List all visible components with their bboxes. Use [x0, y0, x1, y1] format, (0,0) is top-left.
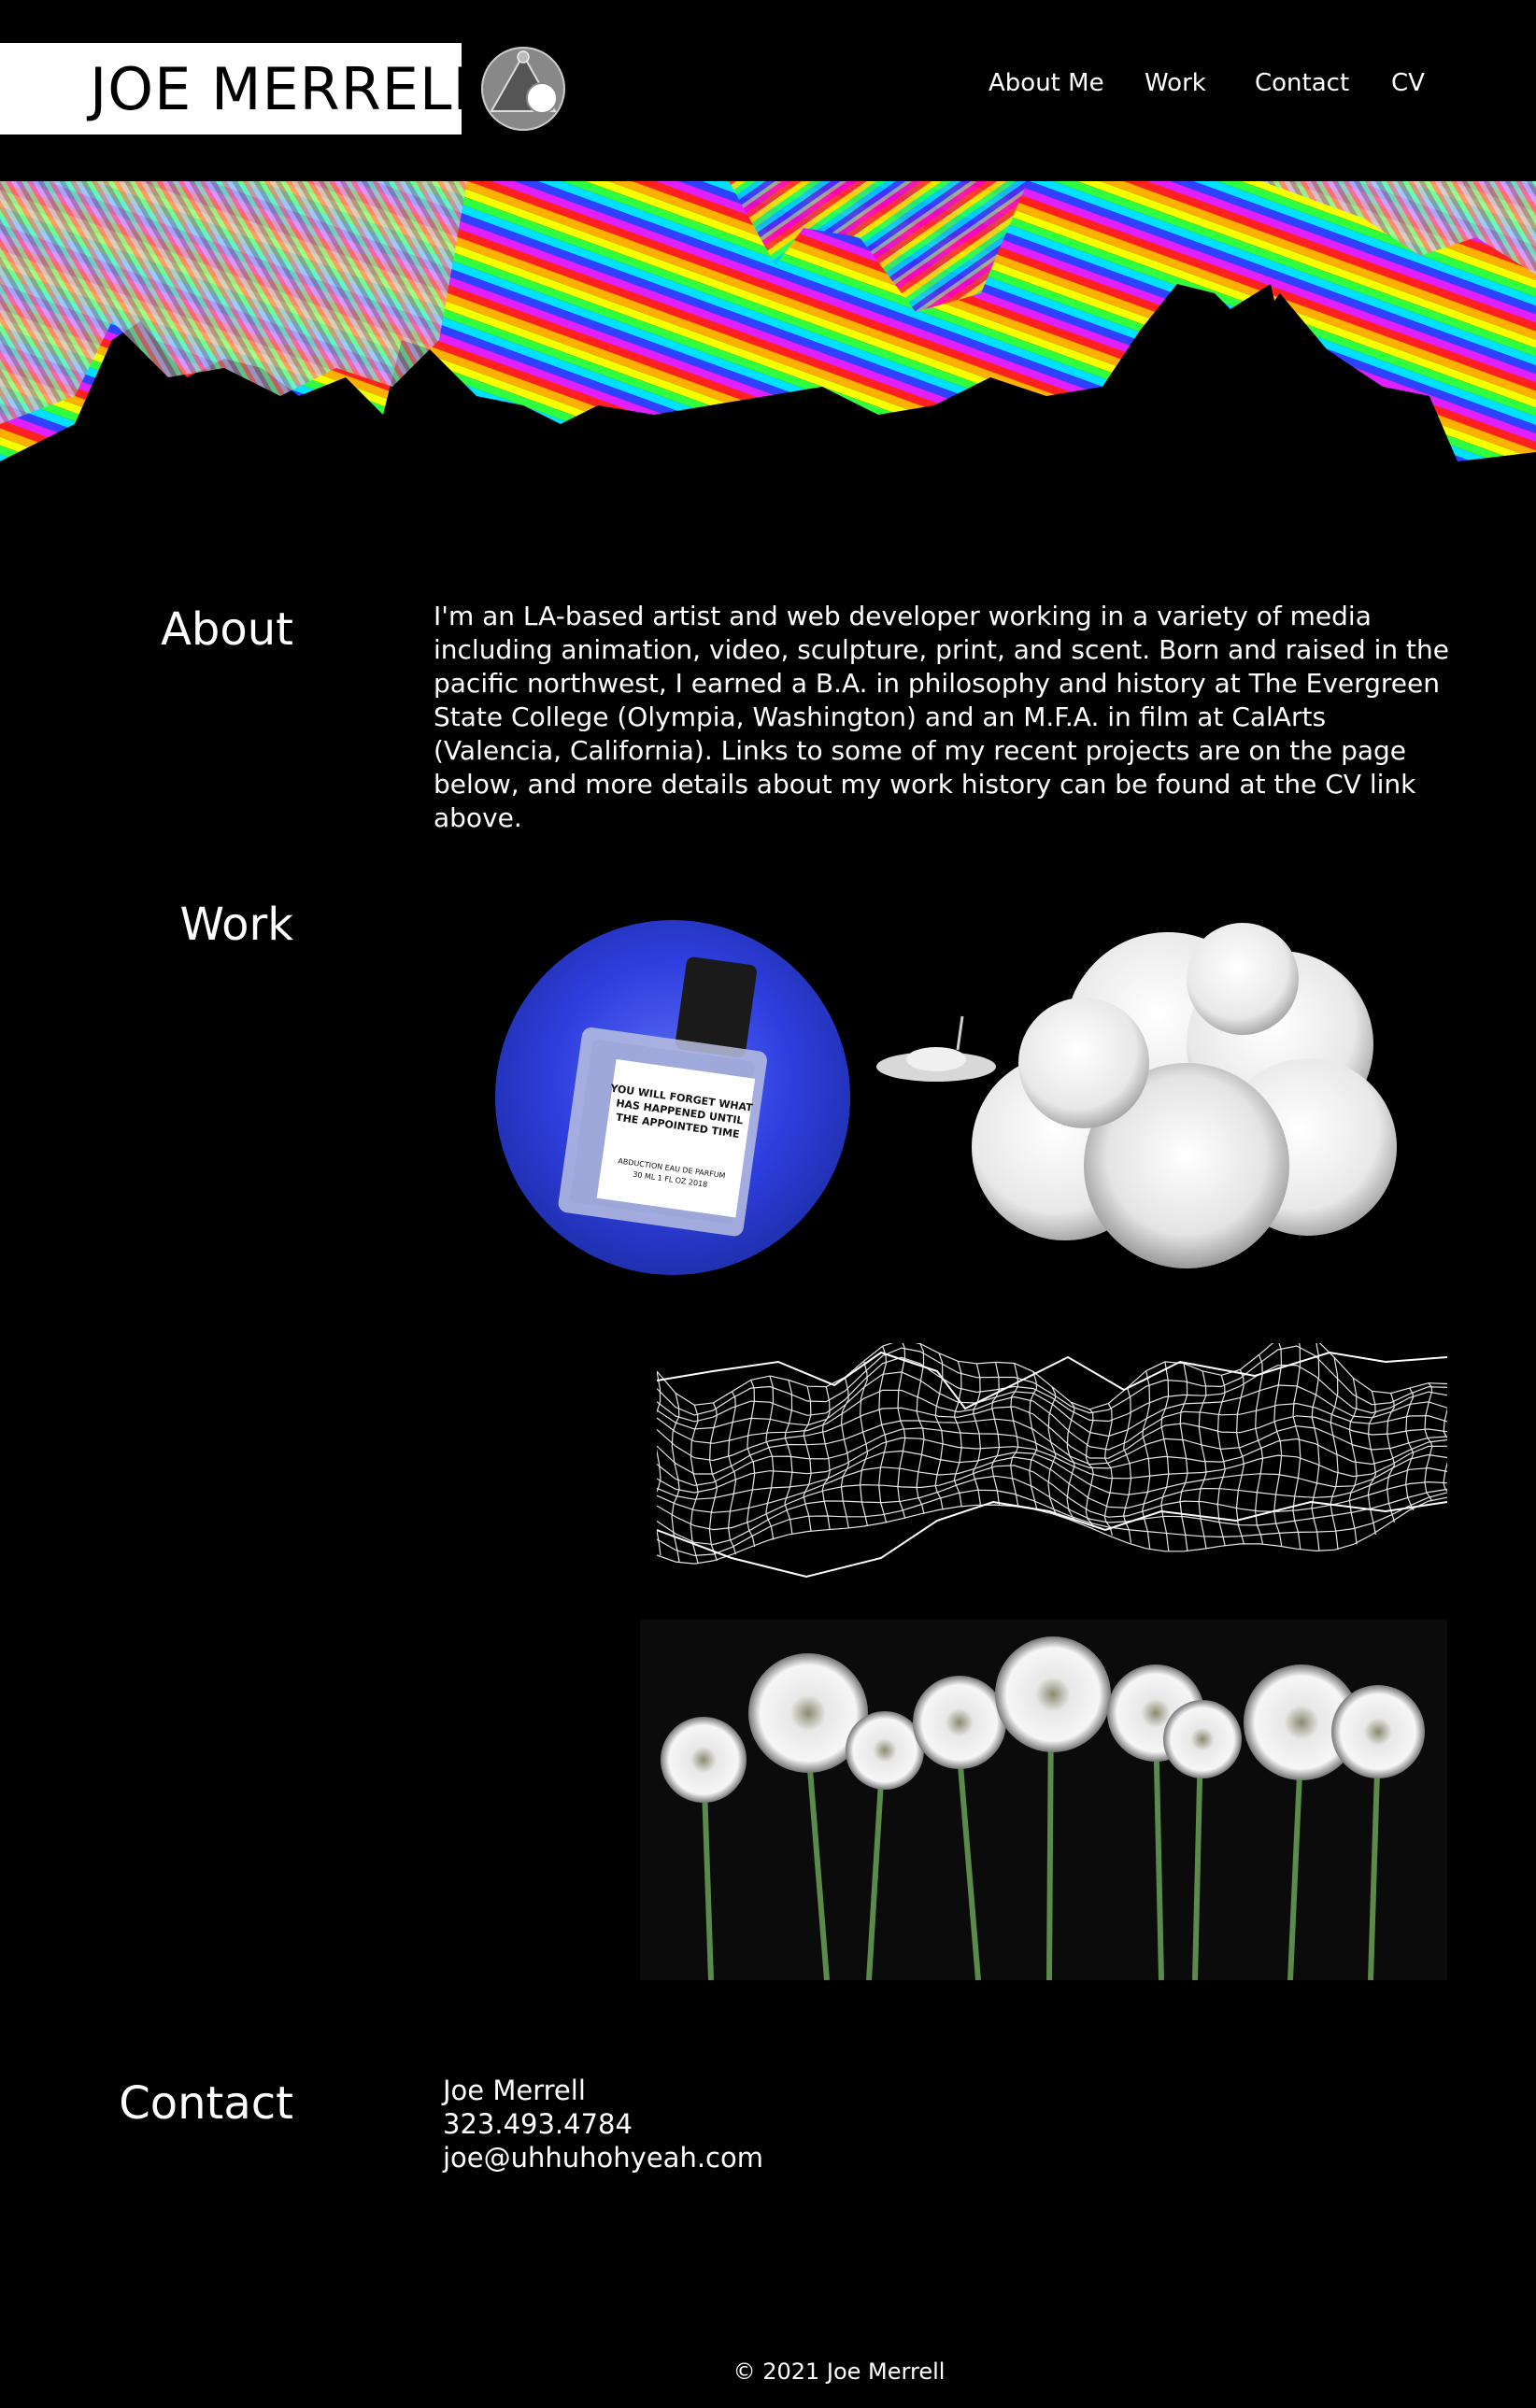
- work-heading: Work: [179, 899, 293, 951]
- site-logo-text[interactable]: JOE MERRELL: [90, 54, 486, 125]
- ufo-cloud-thumbnail[interactable]: [869, 904, 1429, 1278]
- contact-name: Joe Merrell: [443, 2075, 586, 2106]
- nav-contact[interactable]: Contact: [1255, 67, 1349, 99]
- dandelions-thumbnail[interactable]: [640, 1620, 1447, 1980]
- contact-email-link[interactable]: joe@uhhuhohyeah.com: [443, 2141, 763, 2174]
- rainbow-wave-banner: [0, 181, 1536, 461]
- about-paragraph: I'm an LA-based artist and web developer…: [434, 601, 1449, 833]
- footer-copyright: © 2021 Joe Merrell: [732, 2358, 946, 2385]
- ufo-icon: [876, 1015, 996, 1082]
- nav-work[interactable]: Work: [1145, 67, 1206, 99]
- about-heading: About: [161, 603, 293, 656]
- nav-about-me[interactable]: About Me: [988, 67, 1104, 99]
- triangle-circle-logo-icon[interactable]: [480, 46, 566, 132]
- perfume-bottle-thumbnail[interactable]: YOU WILL FORGET WHAT HAS HAPPENED UNTIL …: [493, 918, 852, 1277]
- contact-phone-link[interactable]: 323.493.4784: [443, 2107, 633, 2141]
- nav-cv[interactable]: CV: [1391, 67, 1425, 99]
- contact-heading: Contact: [119, 2077, 293, 2130]
- wireframe-mountains-thumbnail[interactable]: [657, 1343, 1447, 1595]
- cloud-icon: [972, 923, 1397, 1268]
